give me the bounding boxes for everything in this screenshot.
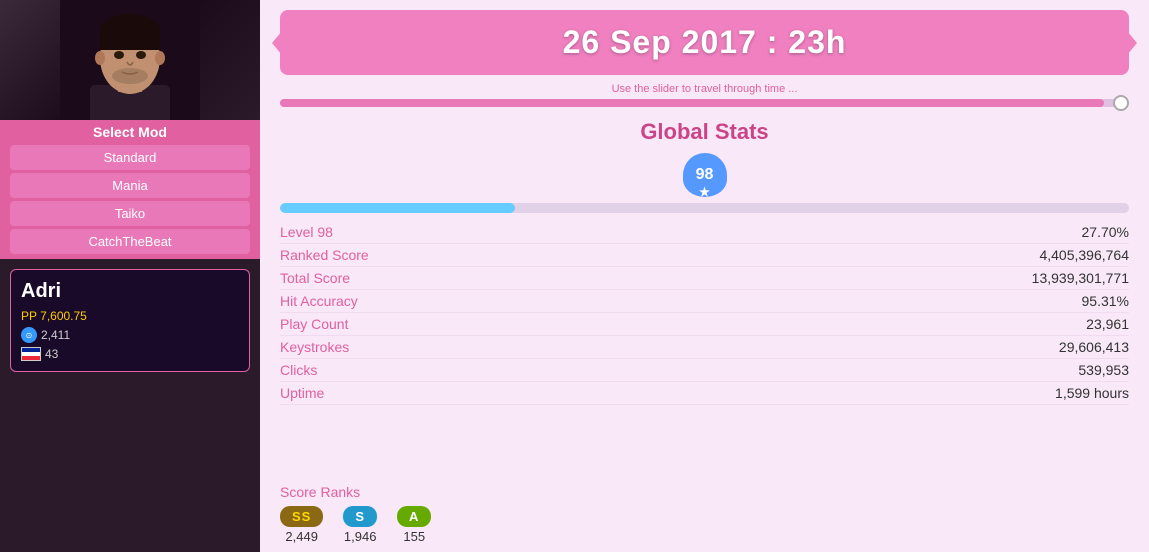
score-rank-s: S 1,946 [343, 506, 377, 544]
stat-value-uptime: 1,599 hours [1055, 385, 1129, 401]
stat-value-keystrokes: 29,606,413 [1059, 339, 1129, 355]
date-text: 26 Sep 2017 : 23h [563, 24, 847, 60]
stat-row-clicks: Clicks 539,953 [280, 359, 1129, 382]
sidebar: Select Mod Standard Mania Taiko CatchThe… [0, 0, 260, 552]
date-header-wrapper: 26 Sep 2017 : 23h [260, 0, 1149, 75]
mod-menu: Select Mod Standard Mania Taiko CatchThe… [0, 120, 260, 259]
slider-thumb[interactable] [1113, 95, 1129, 111]
xp-bar-track [280, 203, 1129, 213]
rank-badge-ss: SS [280, 506, 323, 527]
main-content: 26 Sep 2017 : 23h Use the slider to trav… [260, 0, 1149, 552]
pp-value: 7,600.75 [40, 309, 87, 323]
stat-label-keystrokes: Keystrokes [280, 339, 349, 355]
flag-icon [21, 347, 41, 361]
stat-label-clicks: Clicks [280, 362, 317, 378]
user-rank-global: ⊙ 2,411 [21, 327, 239, 343]
score-rank-ss: SS 2,449 [280, 506, 323, 544]
user-country: 43 [21, 347, 239, 361]
date-header: 26 Sep 2017 : 23h [280, 10, 1129, 75]
mod-standard-button[interactable]: Standard [10, 145, 250, 170]
stat-label-total-score: Total Score [280, 270, 350, 286]
stat-row-uptime: Uptime 1,599 hours [280, 382, 1129, 405]
slider-section: Use the slider to travel through time ..… [260, 75, 1149, 107]
stat-value-clicks: 539,953 [1078, 362, 1129, 378]
stat-row-keystrokes: Keystrokes 29,606,413 [280, 336, 1129, 359]
avatar-image [60, 0, 200, 120]
mod-title: Select Mod [0, 122, 260, 142]
user-pp: PP 7,600.75 [21, 309, 239, 323]
level-number: 98 [696, 166, 714, 184]
stat-label-uptime: Uptime [280, 385, 324, 401]
score-ranks-title: Score Ranks [280, 484, 1129, 500]
stat-row-play-count: Play Count 23,961 [280, 313, 1129, 336]
level-badge: 98 [683, 153, 727, 197]
mod-taiko-button[interactable]: Taiko [10, 201, 250, 226]
global-rank-value: 2,411 [41, 328, 70, 342]
stat-value-play-count: 23,961 [1086, 316, 1129, 332]
country-rank-value: 43 [45, 347, 58, 361]
mod-catchthebeat-button[interactable]: CatchTheBeat [10, 229, 250, 254]
rank-badge-a: A [397, 506, 431, 527]
stats-table: Level 98 27.70% Ranked Score 4,405,396,76… [260, 221, 1149, 480]
mod-mania-button[interactable]: Mania [10, 173, 250, 198]
global-rank-icon: ⊙ [21, 327, 37, 343]
pp-label: PP [21, 309, 37, 323]
rank-badge-s: S [343, 506, 377, 527]
user-card: Adri PP 7,600.75 ⊙ 2,411 43 [10, 269, 250, 372]
stat-row-level: Level 98 27.70% [280, 221, 1129, 244]
rank-count-s: 1,946 [344, 529, 377, 544]
xp-bar-fill [280, 203, 515, 213]
level-badge-row: 98 [260, 153, 1149, 197]
score-rank-a: A 155 [397, 506, 431, 544]
score-ranks-row: SS 2,449 S 1,946 A 155 [280, 506, 1129, 544]
slider-track[interactable] [280, 99, 1129, 107]
stat-value-level: 27.70% [1082, 224, 1129, 240]
slider-hint: Use the slider to travel through time ..… [280, 83, 1129, 95]
stat-value-total-score: 13,939,301,771 [1032, 270, 1129, 286]
rank-count-a: 155 [403, 529, 425, 544]
avatar-container [0, 0, 260, 120]
avatar [0, 0, 260, 120]
score-ranks-section: Score Ranks SS 2,449 S 1,946 A 155 [260, 480, 1149, 552]
xp-bar-row [260, 203, 1149, 213]
stat-row-ranked-score: Ranked Score 4,405,396,764 [280, 244, 1129, 267]
stat-label-level: Level 98 [280, 224, 333, 240]
stat-row-total-score: Total Score 13,939,301,771 [280, 267, 1129, 290]
stat-label-hit-accuracy: Hit Accuracy [280, 293, 358, 309]
stat-label-ranked-score: Ranked Score [280, 247, 369, 263]
rank-count-ss: 2,449 [285, 529, 318, 544]
stats-title: Global Stats [260, 119, 1149, 145]
user-name: Adri [21, 280, 239, 303]
stat-value-ranked-score: 4,405,396,764 [1039, 247, 1129, 263]
stat-label-play-count: Play Count [280, 316, 348, 332]
stat-value-hit-accuracy: 95.31% [1082, 293, 1129, 309]
stat-row-hit-accuracy: Hit Accuracy 95.31% [280, 290, 1129, 313]
slider-fill [280, 99, 1104, 107]
